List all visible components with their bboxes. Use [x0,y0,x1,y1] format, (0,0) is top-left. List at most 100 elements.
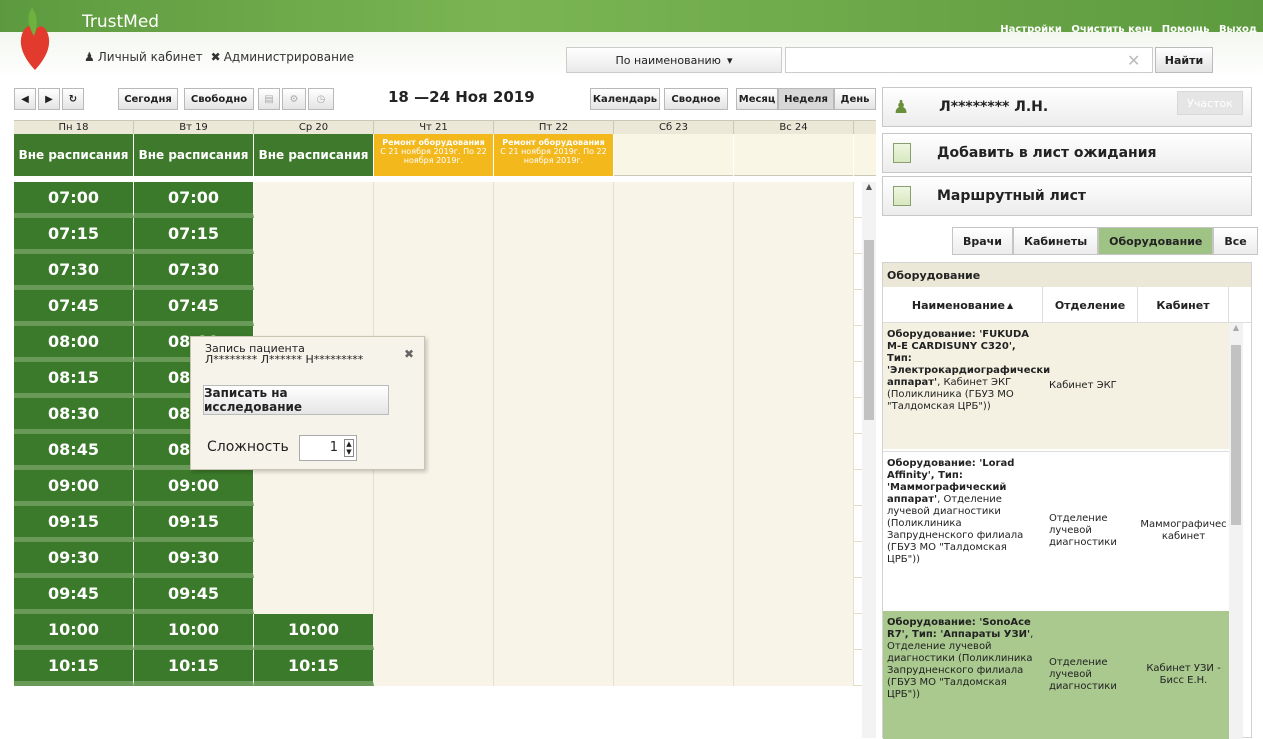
refresh-icon[interactable]: ↻ [62,88,84,110]
empty-cell [734,650,854,686]
time-slot[interactable]: 09:30 [14,542,134,578]
col-department[interactable]: Отделение [1043,287,1138,323]
empty-cell [614,254,734,290]
grid-scroll-thumb[interactable] [864,240,874,420]
time-slot[interactable]: 10:00 [134,614,254,650]
time-slot[interactable]: 08:45 [14,434,134,470]
complexity-label: Сложность [207,439,289,455]
settings-link[interactable]: Настройки [1000,24,1062,35]
view-summary[interactable]: Сводное [664,88,728,110]
time-slot[interactable]: 08:00 [14,326,134,362]
time-slot[interactable]: 09:45 [134,578,254,614]
time-slot[interactable]: 09:45 [14,578,134,614]
time-slot[interactable]: 09:00 [14,470,134,506]
print-icon[interactable]: ▤ [258,88,280,110]
offschedule-wed[interactable]: Вне расписания [254,134,374,176]
waitlist-icon [893,143,911,163]
repair-thu[interactable]: Ремонт оборудования С 21 ноября 2019г. П… [374,134,494,176]
stepper-arrows-icon[interactable]: ▲ ▼ [344,439,354,457]
route-sheet-button[interactable]: Маршрутный лист [882,176,1252,216]
empty-cell [614,506,734,542]
table-scroll-thumb[interactable] [1231,345,1241,525]
offschedule-mon[interactable]: Вне расписания [14,134,134,176]
time-slot[interactable]: 07:15 [14,218,134,254]
nav-cabinet[interactable]: ♟ Личный кабинет [84,50,203,64]
empty-cell [494,650,614,686]
resource-tabs: Врачи Кабинеты Оборудование Все [952,227,1258,255]
popup-patient-name: Л******** Л****** Н********* [205,353,364,366]
col-name[interactable]: Наименование ▲ [883,287,1043,323]
free-button[interactable]: Свободно [184,88,254,110]
time-slot[interactable]: 07:00 [14,182,134,218]
today-button[interactable]: Сегодня [118,88,178,110]
empty-cell [494,542,614,578]
waitlist-button[interactable]: Добавить в лист ожидания [882,133,1252,173]
clear-icon[interactable]: ✕ [1127,51,1140,70]
empty-cell [374,254,494,290]
time-slot[interactable]: 07:30 [134,254,254,290]
col-room[interactable]: Кабинет [1138,287,1229,323]
route-label: Маршрутный лист [937,188,1087,204]
prev-icon[interactable]: ◀ [14,88,36,110]
settings-gear-icon[interactable]: ⚙ [282,88,306,110]
time-slot[interactable]: 08:30 [14,398,134,434]
time-slot[interactable]: 10:15 [134,650,254,686]
offschedule-tue[interactable]: Вне расписания [134,134,254,176]
tab-equipment[interactable]: Оборудование [1098,227,1214,255]
search-input[interactable] [785,47,1153,73]
view-week[interactable]: Неделя [778,88,834,110]
day-header: Пн 18 Вт 19 Ср 20 Чт 21 Пт 22 Сб 23 Вс 2… [14,120,876,134]
time-slot[interactable]: 09:00 [134,470,254,506]
view-calendar[interactable]: Календарь [590,88,660,110]
panel-title: Оборудование [883,263,1251,287]
time-slot[interactable]: 07:00 [134,182,254,218]
table-row[interactable]: Оборудование: 'Lorad Affinity', Тип: 'Ма… [883,451,1229,609]
clock-icon[interactable]: ◷ [308,88,334,110]
repair-fri[interactable]: Ремонт оборудования С 21 ноября 2019г. П… [494,134,614,176]
tab-doctors[interactable]: Врачи [952,227,1013,255]
tab-rooms[interactable]: Кабинеты [1012,227,1099,255]
time-slot[interactable]: 10:00 [254,614,374,650]
complexity-stepper[interactable]: 1 ▲ ▼ [299,435,357,461]
time-slot[interactable]: 07:45 [14,290,134,326]
empty-cell [614,398,734,434]
empty-cell [734,254,854,290]
grid-scrollbar[interactable]: ▲ [862,182,876,738]
table-row[interactable]: Оборудование: 'FUKUDA M-E CARDISUNY C320… [883,323,1229,449]
empty-cell [494,326,614,362]
time-slot[interactable]: 08:15 [14,362,134,398]
time-slot[interactable]: 09:15 [134,506,254,542]
empty-cell [374,182,494,218]
empty-cell [254,254,374,290]
time-slot[interactable]: 10:15 [254,650,374,686]
district-button[interactable]: Участок [1177,91,1243,115]
time-slot[interactable]: 07:30 [14,254,134,290]
time-slot[interactable]: 10:15 [14,650,134,686]
table-scrollbar[interactable]: ▲ [1229,323,1243,739]
nav-cabinet-label: Личный кабинет [97,50,203,64]
table-row-selected[interactable]: Оборудование: 'SonoAce R7', Тип: 'Аппара… [883,611,1229,739]
empty-cell [254,182,374,218]
clear-cache-link[interactable]: Очистить кеш [1071,24,1152,35]
logout-link[interactable]: Выход [1219,24,1257,35]
offschedule-sun [734,134,854,176]
view-month[interactable]: Месяц [736,88,778,110]
schedule-row: 09:15 09:15 [14,506,862,542]
next-icon[interactable]: ▶ [38,88,60,110]
time-slot[interactable]: 07:45 [134,290,254,326]
help-link[interactable]: Помощь [1162,24,1210,35]
time-slot[interactable]: 10:00 [14,614,134,650]
close-icon[interactable]: ✖ [404,347,414,361]
time-slot[interactable]: 09:15 [14,506,134,542]
view-day[interactable]: День [834,88,876,110]
search-button[interactable]: Найти [1155,47,1213,73]
book-exam-button[interactable]: Записать на исследование [203,385,389,415]
tab-all[interactable]: Все [1213,227,1258,255]
search-mode-select[interactable]: По наименованию ▾ [566,47,782,73]
time-slot[interactable]: 09:30 [134,542,254,578]
empty-cell [614,578,734,614]
time-slot[interactable]: 07:15 [134,218,254,254]
nav-admin[interactable]: ✖ Администрирование [211,50,354,64]
schedule-row: 09:45 09:45 [14,578,862,614]
offschedule-sat [614,134,734,176]
